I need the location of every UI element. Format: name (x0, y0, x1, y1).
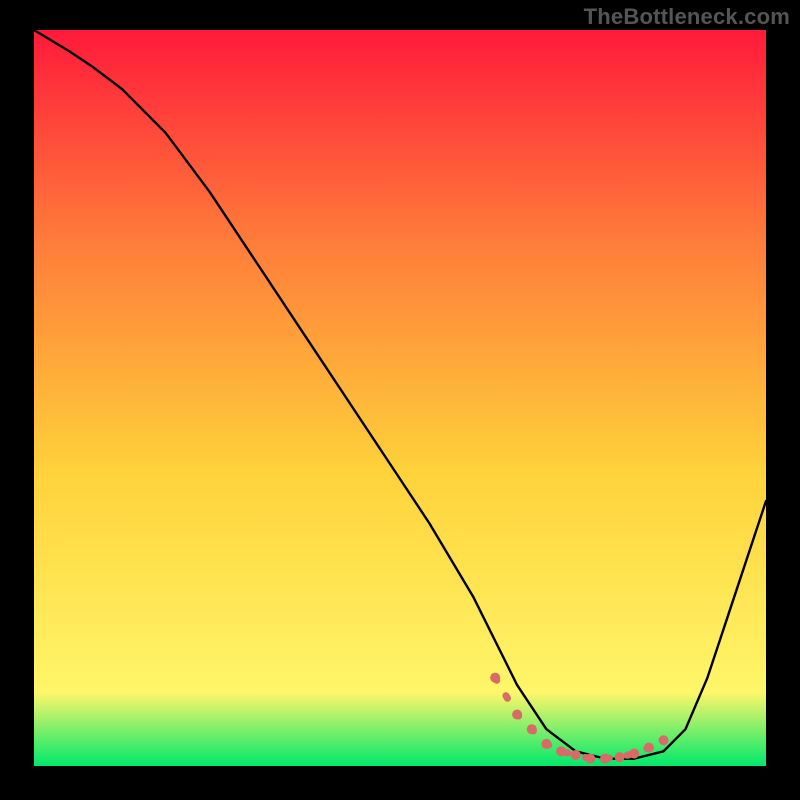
marker-dot (556, 746, 566, 756)
marker-dot (541, 739, 551, 749)
chart-container: TheBottleneck.com (0, 0, 800, 800)
marker-dot (571, 750, 581, 760)
marker-dot (512, 709, 522, 719)
plot-area (34, 30, 766, 766)
marker-dot (629, 748, 639, 758)
marker-dot (585, 754, 595, 764)
marker-dot (600, 754, 610, 764)
marker-dot (490, 673, 500, 683)
marker-dot (644, 743, 654, 753)
watermark-text: TheBottleneck.com (584, 4, 790, 30)
chart-svg (34, 30, 766, 766)
marker-dot (615, 752, 625, 762)
gradient-background (34, 30, 766, 766)
marker-dot (659, 735, 669, 745)
marker-dot (527, 724, 537, 734)
